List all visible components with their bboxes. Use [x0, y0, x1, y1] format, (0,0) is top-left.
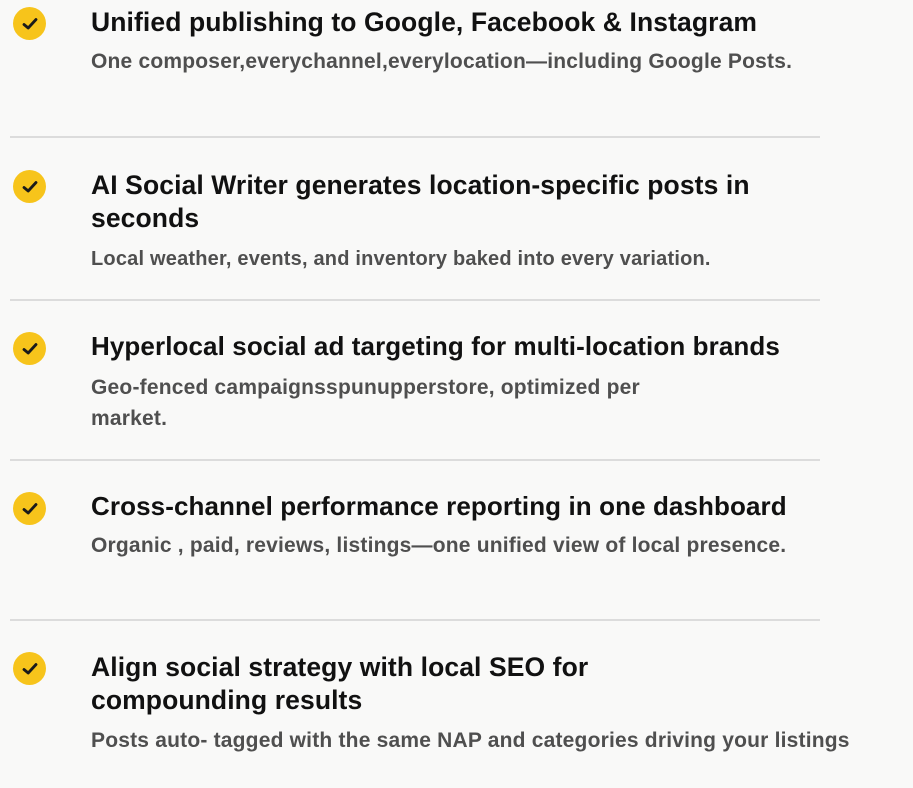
- feature-description: Posts auto- tagged with the same NAP and…: [91, 729, 850, 752]
- check-circle-icon: [13, 7, 46, 40]
- check-circle-icon: [13, 170, 46, 203]
- divider: [10, 619, 820, 621]
- feature-title: Align social strategy with local SEO for…: [91, 652, 589, 715]
- check-circle-icon: [13, 492, 46, 525]
- feature-description: One composer,everychannel,everylocation—…: [91, 50, 793, 73]
- check-circle-icon: [13, 332, 46, 365]
- feature-description: Organic , paid, reviews, listings—one un…: [91, 534, 787, 557]
- divider: [10, 299, 820, 301]
- feature-title: AI Social Writer generates location-spec…: [91, 170, 750, 233]
- divider: [10, 459, 820, 461]
- feature-description: Geo-fenced campaignsspunupperstore, opti…: [91, 376, 640, 430]
- feature-title: Hyperlocal social ad targeting for multi…: [91, 331, 780, 361]
- feature-title: Cross-channel performance reporting in o…: [91, 491, 787, 521]
- check-circle-icon: [13, 652, 46, 685]
- feature-title: Unified publishing to Google, Facebook &…: [91, 7, 758, 37]
- divider: [10, 136, 820, 138]
- feature-description: Local weather, events, and inventory bak…: [91, 248, 711, 270]
